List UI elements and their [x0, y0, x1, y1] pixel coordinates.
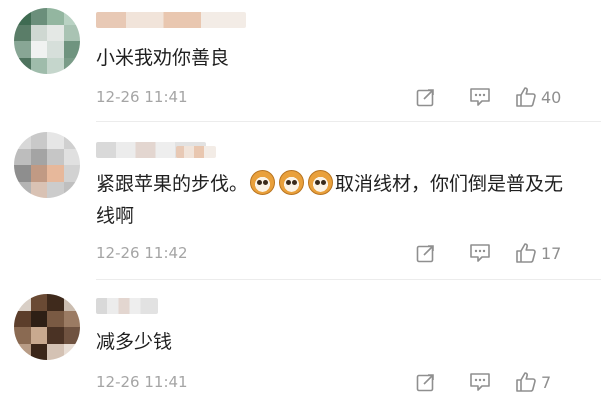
comment-item: 减多少钱 12-26 11:41 7: [0, 0, 601, 400]
avatar[interactable]: [14, 294, 80, 360]
comment-actions: 7: [399, 369, 577, 395]
like-count: 7: [541, 372, 552, 392]
reply-icon: [470, 373, 490, 391]
comment-time: 12-26 11:41: [96, 373, 188, 391]
share-button[interactable]: [399, 369, 453, 395]
username[interactable]: [96, 298, 158, 314]
thumbs-up-icon: [516, 372, 536, 392]
comment-text: 减多少钱: [96, 331, 173, 353]
like-button[interactable]: 7: [507, 369, 577, 395]
share-icon: [416, 374, 434, 392]
reply-button[interactable]: [453, 369, 507, 395]
